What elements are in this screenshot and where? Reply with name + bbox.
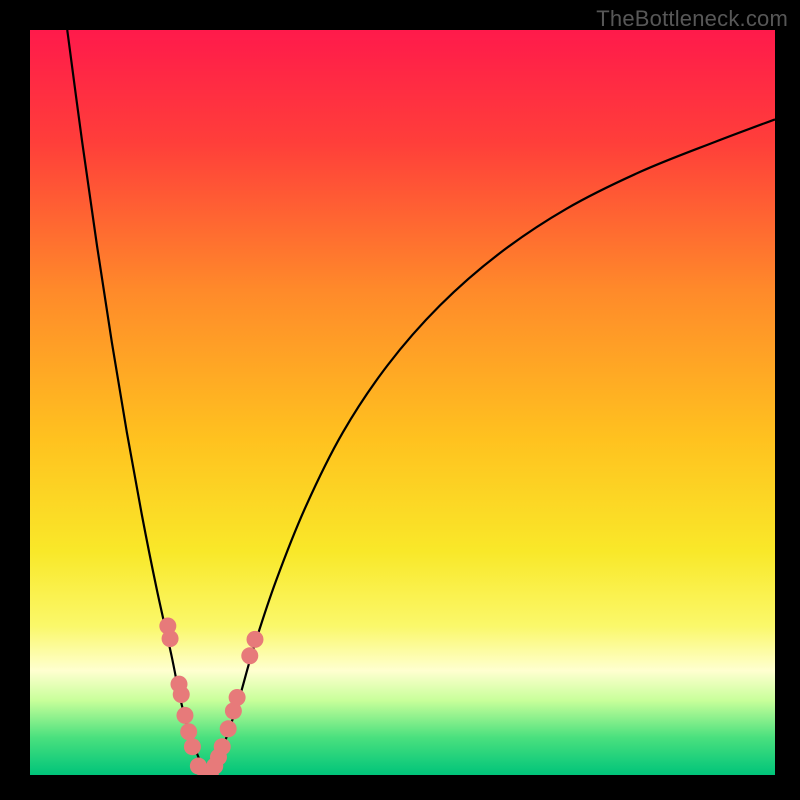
plot-area: [30, 30, 775, 775]
chart-svg: [30, 30, 775, 775]
gradient-background: [30, 30, 775, 775]
marker-dot: [241, 647, 258, 664]
watermark-text: TheBottleneck.com: [596, 6, 788, 32]
marker-dot: [180, 723, 197, 740]
marker-dot: [214, 738, 231, 755]
marker-dot: [246, 631, 263, 648]
chart-frame: TheBottleneck.com: [0, 0, 800, 800]
marker-dot: [176, 707, 193, 724]
marker-dot: [184, 738, 201, 755]
marker-dot: [229, 689, 246, 706]
marker-dot: [162, 630, 179, 647]
marker-dot: [173, 686, 190, 703]
marker-dot: [220, 720, 237, 737]
